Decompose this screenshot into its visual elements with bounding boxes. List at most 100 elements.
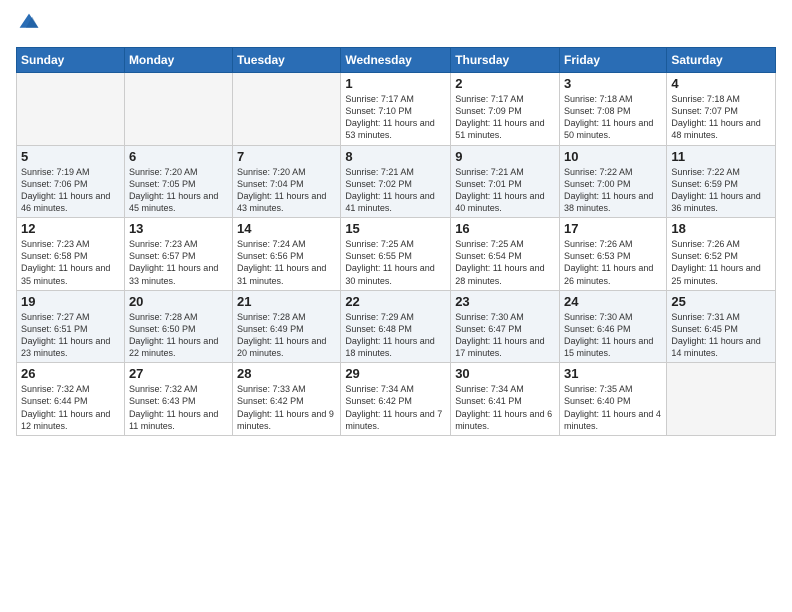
logo-icon — [18, 12, 40, 34]
calendar-cell: 14 Sunrise: 7:24 AM Sunset: 6:56 PM Dayli… — [233, 218, 341, 291]
calendar-cell: 13 Sunrise: 7:23 AM Sunset: 6:57 PM Dayli… — [124, 218, 232, 291]
day-number: 20 — [129, 294, 228, 309]
week-row-1: 1 Sunrise: 7:17 AM Sunset: 7:10 PM Daylig… — [17, 73, 776, 146]
calendar-cell: 1 Sunrise: 7:17 AM Sunset: 7:10 PM Daylig… — [341, 73, 451, 146]
weekday-monday: Monday — [124, 48, 232, 73]
day-number: 29 — [345, 366, 446, 381]
cell-content: Sunrise: 7:32 AM Sunset: 6:44 PM Dayligh… — [21, 383, 120, 432]
day-number: 25 — [671, 294, 771, 309]
calendar-cell: 30 Sunrise: 7:34 AM Sunset: 6:41 PM Dayli… — [451, 363, 560, 436]
day-number: 13 — [129, 221, 228, 236]
weekday-header-row: SundayMondayTuesdayWednesdayThursdayFrid… — [17, 48, 776, 73]
day-number: 1 — [345, 76, 446, 91]
calendar-cell: 10 Sunrise: 7:22 AM Sunset: 7:00 PM Dayli… — [560, 145, 667, 218]
calendar-cell — [667, 363, 776, 436]
calendar-cell: 11 Sunrise: 7:22 AM Sunset: 6:59 PM Dayli… — [667, 145, 776, 218]
cell-content: Sunrise: 7:23 AM Sunset: 6:57 PM Dayligh… — [129, 238, 228, 287]
calendar-cell: 20Sunrise: 7:28 AM Sunset: 6:50 PM Dayli… — [124, 290, 232, 363]
calendar-cell: 29Sunrise: 7:34 AM Sunset: 6:42 PM Dayli… — [341, 363, 451, 436]
day-number: 2 — [455, 76, 555, 91]
cell-content: Sunrise: 7:25 AM Sunset: 6:55 PM Dayligh… — [345, 238, 446, 287]
weekday-sunday: Sunday — [17, 48, 125, 73]
day-number: 21 — [237, 294, 336, 309]
cell-content: Sunrise: 7:33 AM Sunset: 6:42 PM Dayligh… — [237, 383, 336, 432]
calendar-cell: 17 Sunrise: 7:26 AM Sunset: 6:53 PM Dayli… — [560, 218, 667, 291]
weekday-tuesday: Tuesday — [233, 48, 341, 73]
day-number: 27 — [129, 366, 228, 381]
cell-content: Sunrise: 7:27 AM Sunset: 6:51 PM Dayligh… — [21, 311, 120, 360]
cell-content: Sunrise: 7:20 AM Sunset: 7:05 PM Dayligh… — [129, 166, 228, 215]
calendar-cell: 18Sunrise: 7:26 AM Sunset: 6:52 PM Dayli… — [667, 218, 776, 291]
day-number: 3 — [564, 76, 662, 91]
calendar-cell: 28 Sunrise: 7:33 AM Sunset: 6:42 PM Dayli… — [233, 363, 341, 436]
week-row-5: 26 Sunrise: 7:32 AM Sunset: 6:44 PM Dayli… — [17, 363, 776, 436]
day-number: 11 — [671, 149, 771, 164]
cell-content: Sunrise: 7:22 AM Sunset: 7:00 PM Dayligh… — [564, 166, 662, 215]
calendar-cell: 3 Sunrise: 7:18 AM Sunset: 7:08 PM Daylig… — [560, 73, 667, 146]
calendar-cell: 15 Sunrise: 7:25 AM Sunset: 6:55 PM Dayli… — [341, 218, 451, 291]
day-number: 10 — [564, 149, 662, 164]
week-row-2: 5Sunrise: 7:19 AM Sunset: 7:06 PM Daylig… — [17, 145, 776, 218]
calendar-cell: 26 Sunrise: 7:32 AM Sunset: 6:44 PM Dayli… — [17, 363, 125, 436]
cell-content: Sunrise: 7:26 AM Sunset: 6:53 PM Dayligh… — [564, 238, 662, 287]
day-number: 7 — [237, 149, 336, 164]
cell-content: Sunrise: 7:32 AM Sunset: 6:43 PM Dayligh… — [129, 383, 228, 432]
header — [16, 12, 776, 39]
week-row-4: 19 Sunrise: 7:27 AM Sunset: 6:51 PM Dayli… — [17, 290, 776, 363]
cell-content: Sunrise: 7:34 AM Sunset: 6:41 PM Dayligh… — [455, 383, 555, 432]
weekday-friday: Friday — [560, 48, 667, 73]
day-number: 31 — [564, 366, 662, 381]
calendar-cell: 2 Sunrise: 7:17 AM Sunset: 7:09 PM Daylig… — [451, 73, 560, 146]
day-number: 24 — [564, 294, 662, 309]
cell-content: Sunrise: 7:17 AM Sunset: 7:09 PM Dayligh… — [455, 93, 555, 142]
calendar-cell — [233, 73, 341, 146]
cell-content: Sunrise: 7:23 AM Sunset: 6:58 PM Dayligh… — [21, 238, 120, 287]
day-number: 17 — [564, 221, 662, 236]
calendar-cell: 25Sunrise: 7:31 AM Sunset: 6:45 PM Dayli… — [667, 290, 776, 363]
day-number: 12 — [21, 221, 120, 236]
day-number: 5 — [21, 149, 120, 164]
day-number: 23 — [455, 294, 555, 309]
day-number: 19 — [21, 294, 120, 309]
day-number: 22 — [345, 294, 446, 309]
calendar-cell: 16 Sunrise: 7:25 AM Sunset: 6:54 PM Dayli… — [451, 218, 560, 291]
day-number: 9 — [455, 149, 555, 164]
calendar-cell: 31Sunrise: 7:35 AM Sunset: 6:40 PM Dayli… — [560, 363, 667, 436]
page: SundayMondayTuesdayWednesdayThursdayFrid… — [0, 0, 792, 612]
weekday-saturday: Saturday — [667, 48, 776, 73]
cell-content: Sunrise: 7:18 AM Sunset: 7:08 PM Dayligh… — [564, 93, 662, 142]
cell-content: Sunrise: 7:30 AM Sunset: 6:46 PM Dayligh… — [564, 311, 662, 360]
calendar: SundayMondayTuesdayWednesdayThursdayFrid… — [16, 47, 776, 436]
day-number: 15 — [345, 221, 446, 236]
cell-content: Sunrise: 7:22 AM Sunset: 6:59 PM Dayligh… — [671, 166, 771, 215]
day-number: 16 — [455, 221, 555, 236]
calendar-cell — [124, 73, 232, 146]
cell-content: Sunrise: 7:24 AM Sunset: 6:56 PM Dayligh… — [237, 238, 336, 287]
calendar-cell: 4 Sunrise: 7:18 AM Sunset: 7:07 PM Daylig… — [667, 73, 776, 146]
calendar-cell: 23 Sunrise: 7:30 AM Sunset: 6:47 PM Dayli… — [451, 290, 560, 363]
day-number: 30 — [455, 366, 555, 381]
day-number: 28 — [237, 366, 336, 381]
cell-content: Sunrise: 7:28 AM Sunset: 6:49 PM Dayligh… — [237, 311, 336, 360]
calendar-cell: 19 Sunrise: 7:27 AM Sunset: 6:51 PM Dayli… — [17, 290, 125, 363]
day-number: 18 — [671, 221, 771, 236]
cell-content: Sunrise: 7:17 AM Sunset: 7:10 PM Dayligh… — [345, 93, 446, 142]
calendar-cell: 24 Sunrise: 7:30 AM Sunset: 6:46 PM Dayli… — [560, 290, 667, 363]
calendar-cell: 7 Sunrise: 7:20 AM Sunset: 7:04 PM Daylig… — [233, 145, 341, 218]
weekday-thursday: Thursday — [451, 48, 560, 73]
day-number: 6 — [129, 149, 228, 164]
calendar-cell: 21 Sunrise: 7:28 AM Sunset: 6:49 PM Dayli… — [233, 290, 341, 363]
calendar-cell: 9Sunrise: 7:21 AM Sunset: 7:01 PM Daylig… — [451, 145, 560, 218]
logo — [16, 12, 42, 39]
day-number: 4 — [671, 76, 771, 91]
day-number: 14 — [237, 221, 336, 236]
cell-content: Sunrise: 7:30 AM Sunset: 6:47 PM Dayligh… — [455, 311, 555, 360]
cell-content: Sunrise: 7:25 AM Sunset: 6:54 PM Dayligh… — [455, 238, 555, 287]
day-number: 26 — [21, 366, 120, 381]
cell-content: Sunrise: 7:18 AM Sunset: 7:07 PM Dayligh… — [671, 93, 771, 142]
calendar-cell: 5Sunrise: 7:19 AM Sunset: 7:06 PM Daylig… — [17, 145, 125, 218]
calendar-cell: 6 Sunrise: 7:20 AM Sunset: 7:05 PM Daylig… — [124, 145, 232, 218]
day-number: 8 — [345, 149, 446, 164]
calendar-cell: 27 Sunrise: 7:32 AM Sunset: 6:43 PM Dayli… — [124, 363, 232, 436]
cell-content: Sunrise: 7:20 AM Sunset: 7:04 PM Dayligh… — [237, 166, 336, 215]
